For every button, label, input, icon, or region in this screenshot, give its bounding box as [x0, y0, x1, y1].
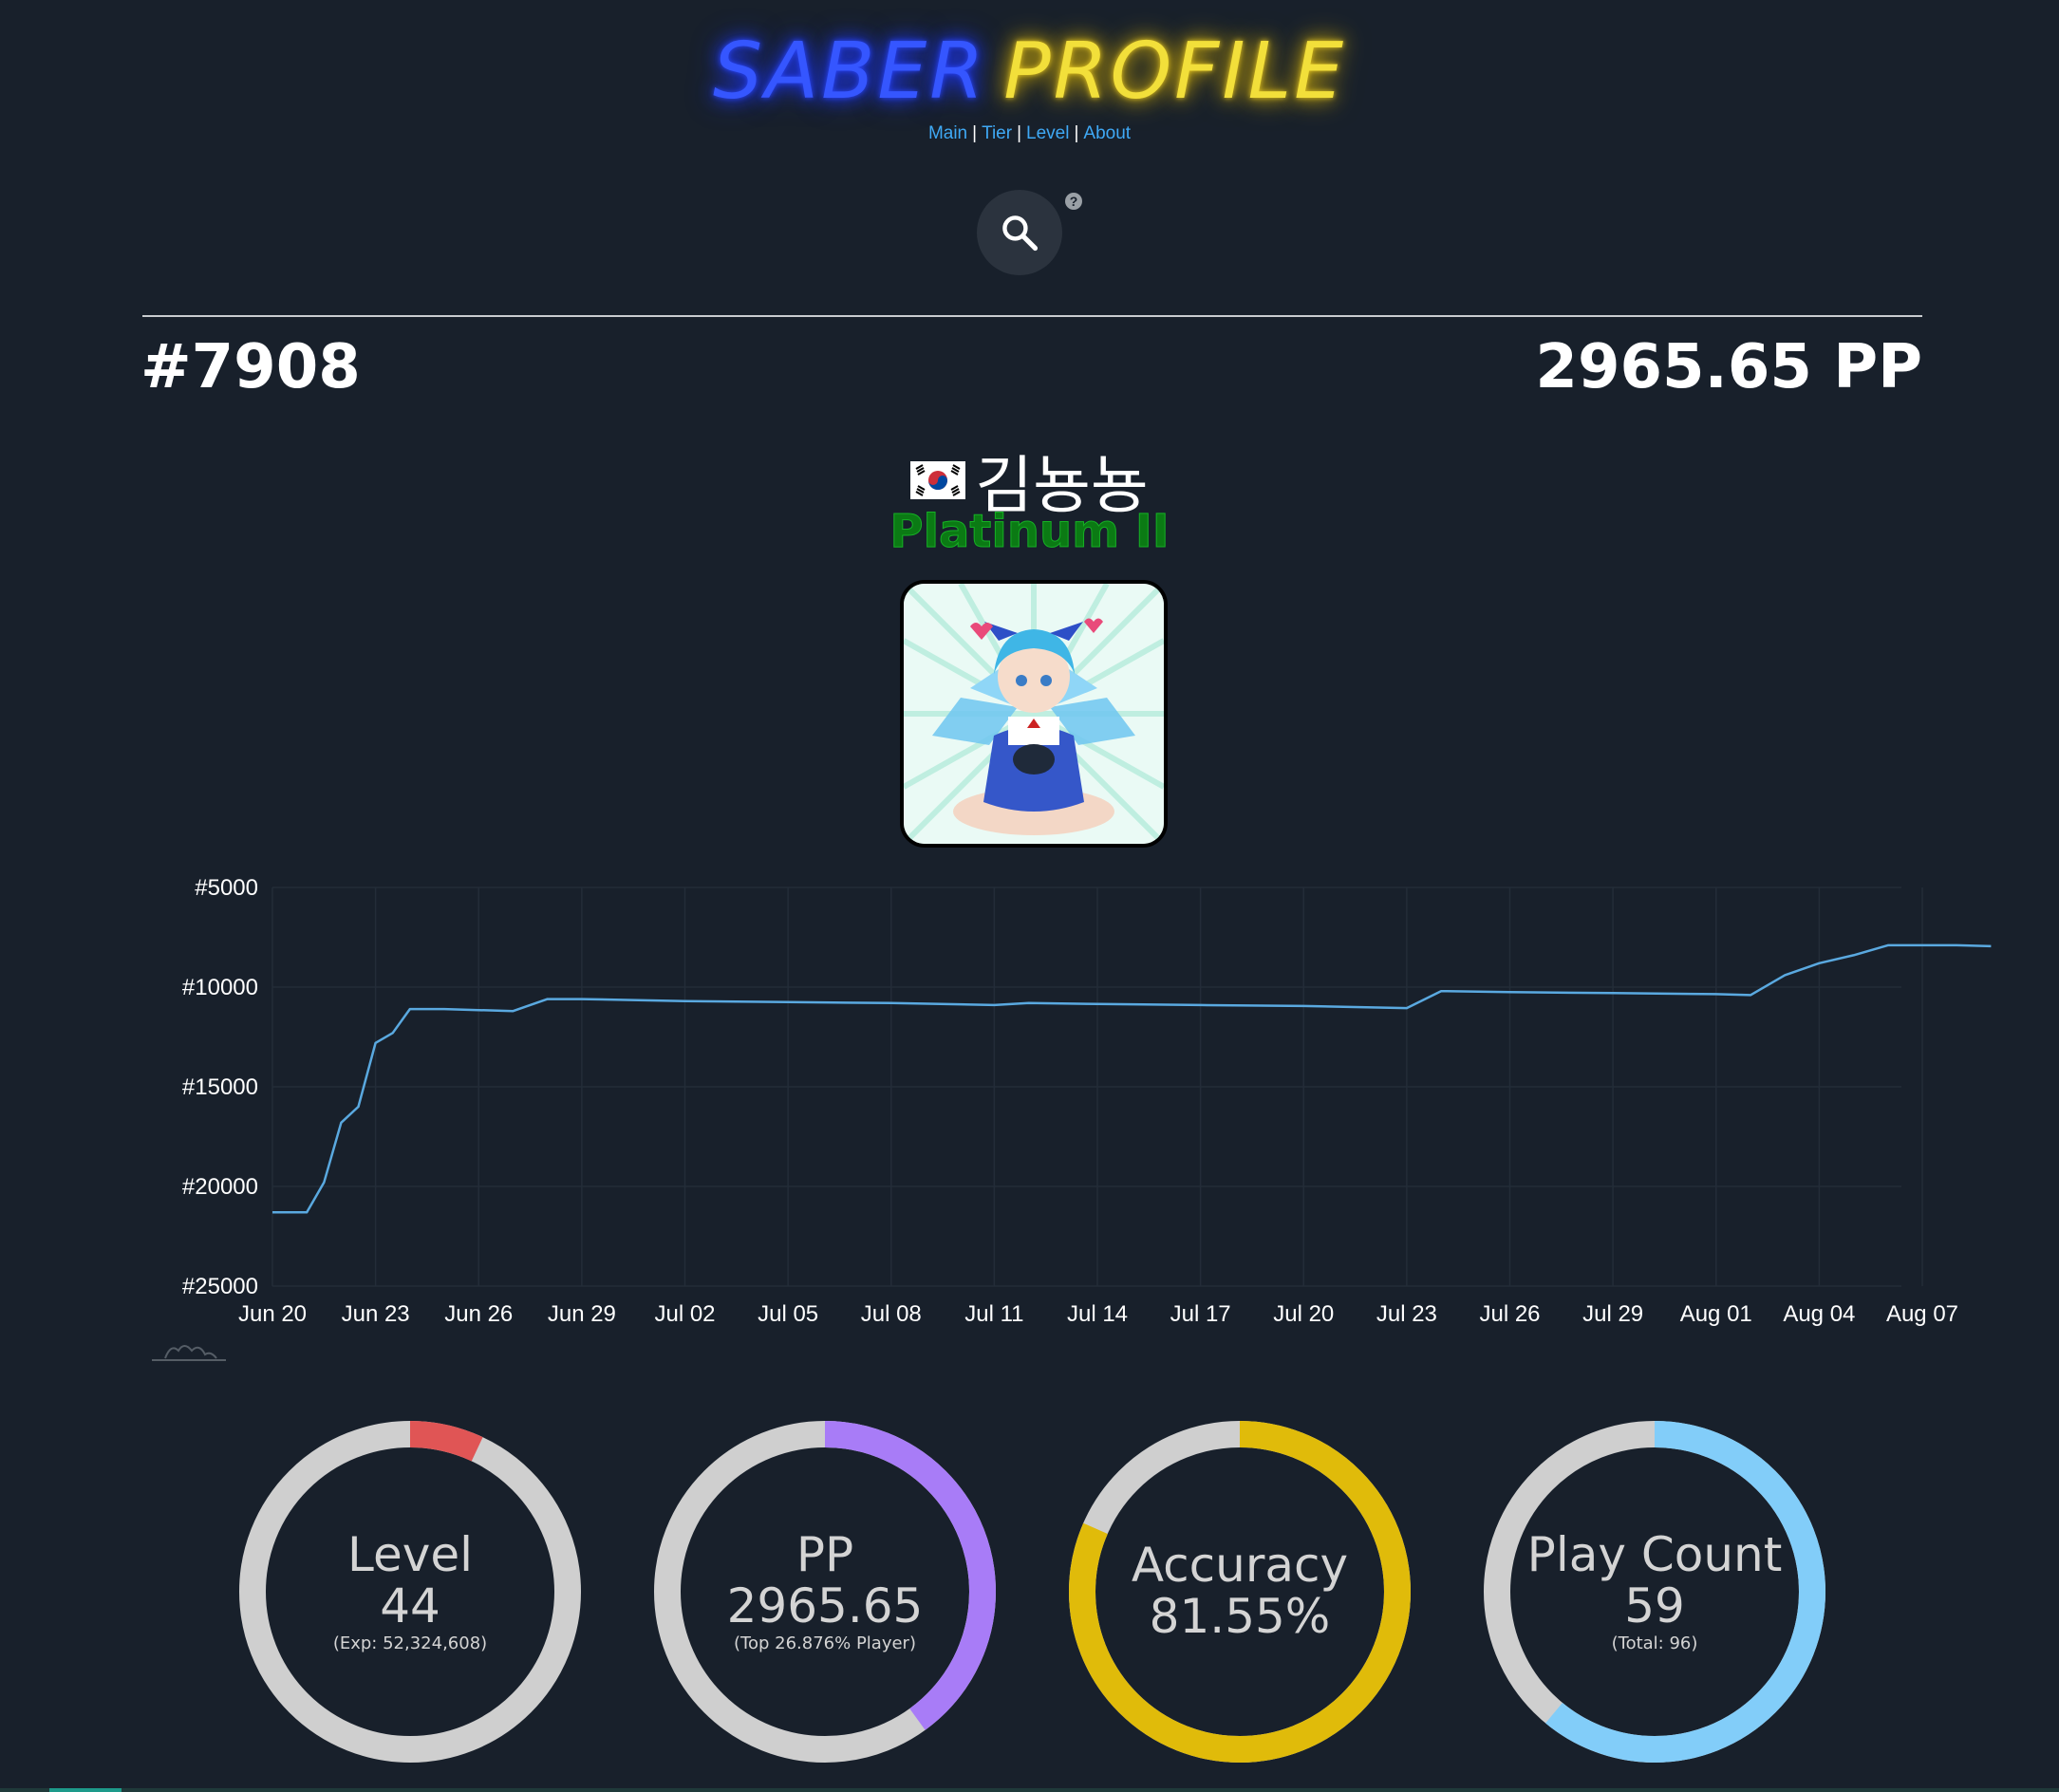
chart-watermark-icon [152, 1345, 226, 1361]
level-label: Level [347, 1527, 473, 1582]
south-korea-flag-icon [910, 461, 966, 499]
nav-level[interactable]: Level [1026, 123, 1069, 143]
player-rank: #7908 [140, 332, 361, 402]
logo-word-profile: PROFILE [1003, 27, 1346, 117]
x-tick-label: Jul 11 [964, 1301, 1023, 1327]
x-tick-label: Jun 20 [238, 1301, 307, 1327]
y-tick-label: #25000 [182, 1274, 258, 1299]
pp-top-percent: (Top 26.876% Player) [734, 1633, 916, 1653]
nav-tier[interactable]: Tier [982, 123, 1012, 143]
y-tick-label: #20000 [182, 1174, 258, 1200]
header-divider [142, 315, 1922, 317]
nav-separator: | [972, 123, 978, 143]
nav-main[interactable]: Main [928, 123, 967, 143]
pp-label: PP [796, 1527, 854, 1582]
level-exp: (Exp: 52,324,608) [332, 1633, 488, 1653]
search-button[interactable] [977, 190, 1062, 275]
x-tick-label: Jun 23 [342, 1301, 410, 1327]
logo-word-saber: SABER [713, 27, 987, 117]
accuracy-value: 81.55% [1149, 1589, 1331, 1644]
x-tick-label: Jul 26 [1479, 1301, 1540, 1327]
rank-series-line [272, 943, 1992, 1214]
pp-value: 2965.65 [726, 1578, 924, 1633]
anime-character-avatar [904, 584, 1164, 844]
x-tick-label: Jul 23 [1376, 1301, 1437, 1327]
x-tick-label: Jul 14 [1067, 1301, 1128, 1327]
nav-separator: | [1017, 123, 1022, 143]
x-tick-label: Aug 07 [1886, 1301, 1958, 1327]
level-gauge: Level 44 (Exp: 52,324,608) [237, 1419, 583, 1764]
play-count-label: Play Count [1526, 1527, 1783, 1582]
search-icon [1002, 215, 1039, 252]
pp-gauge: PP 2965.65 (Top 26.876% Player) [652, 1419, 998, 1764]
x-tick-label: Jul 05 [758, 1301, 818, 1327]
x-tick-label: Jul 17 [1170, 1301, 1231, 1327]
nav-separator: | [1074, 123, 1079, 143]
bottom-strip [0, 1788, 2059, 1792]
accuracy-label: Accuracy [1131, 1538, 1349, 1593]
x-tick-label: Jul 29 [1582, 1301, 1643, 1327]
play-count-total: (Total: 96) [1611, 1633, 1698, 1653]
player-pp: 2965.65 PP [1535, 332, 1922, 402]
x-tick-label: Jun 29 [548, 1301, 616, 1327]
site-logo[interactable]: SABER PROFILE [0, 27, 2059, 118]
level-value: 44 [380, 1578, 440, 1633]
top-nav: Main | Tier | Level | About [0, 123, 2059, 144]
rank-history-svg: #5000 #10000 #15000 #20000 #25000Jun 20 Jun 2… [182, 875, 1992, 1327]
x-tick-label: Jun 26 [444, 1301, 513, 1327]
y-tick-label: #10000 [182, 975, 258, 1000]
rank-history-chart: #5000 #10000 #15000 #20000 #25000 Jun 20 Jun 2… [0, 854, 2059, 1367]
question-circle-icon[interactable]: ? [1065, 193, 1082, 210]
player-tier: Platinum II [889, 505, 1170, 559]
play-count-value: 59 [1624, 1578, 1685, 1633]
nav-about[interactable]: About [1083, 123, 1131, 143]
x-tick-label: Jul 02 [654, 1301, 715, 1327]
player-avatar [900, 580, 1168, 848]
y-tick-label: #5000 [195, 875, 258, 901]
x-tick-label: Aug 04 [1783, 1301, 1855, 1327]
accuracy-gauge: Accuracy 81.55% [1067, 1419, 1413, 1764]
play-count-gauge: Play Count 59 (Total: 96) [1482, 1419, 1827, 1764]
x-tick-label: Aug 01 [1680, 1301, 1752, 1327]
x-tick-label: Jul 20 [1273, 1301, 1334, 1327]
bottom-accent [49, 1788, 122, 1792]
y-tick-label: #15000 [182, 1074, 258, 1100]
x-tick-label: Jul 08 [861, 1301, 922, 1327]
